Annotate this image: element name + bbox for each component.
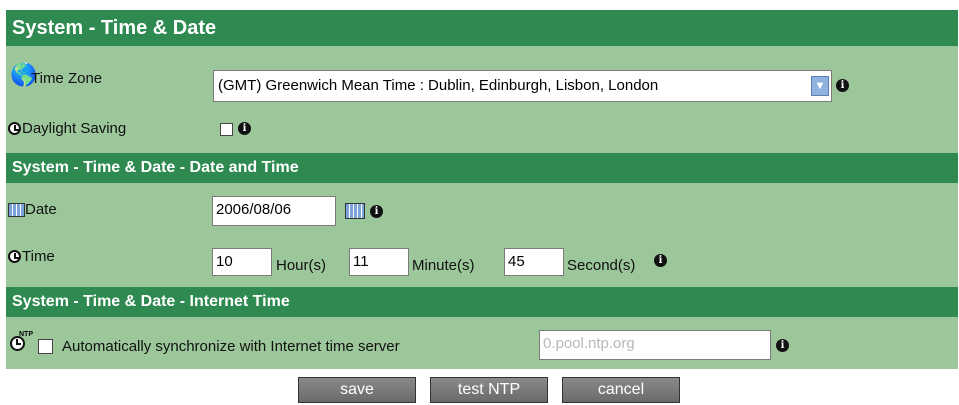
daylight-row: Daylight Saving i <box>6 117 958 153</box>
section-date-time-title: System - Time & Date - Date and Time <box>6 153 958 183</box>
date-row: Date 2006/08/06 i <box>6 183 958 236</box>
clock-icon <box>8 250 21 263</box>
ntp-server-input[interactable]: 0.pool.ntp.org <box>539 330 771 360</box>
cancel-button[interactable]: cancel <box>562 377 680 403</box>
second-label: Second(s) <box>567 257 636 274</box>
chevron-down-icon[interactable]: ▼ <box>811 76 829 96</box>
second-input[interactable]: 45 <box>504 248 564 276</box>
time-label: Time <box>22 248 55 265</box>
info-icon[interactable]: i <box>370 205 383 218</box>
calendar-picker-icon[interactable] <box>345 203 365 219</box>
date-input[interactable]: 2006/08/06 <box>212 196 336 226</box>
section-internet-title: System - Time & Date - Internet Time <box>6 287 958 317</box>
ntp-icon-text: NTP <box>19 331 33 338</box>
ntp-row: NTP Automatically synchronize with Inter… <box>6 317 958 369</box>
ntp-sync-label: Automatically synchronize with Internet … <box>62 338 400 355</box>
timezone-selected-value: (GMT) Greenwich Mean Time : Dublin, Edin… <box>218 77 659 94</box>
page-title: System - Time & Date <box>6 10 958 46</box>
minute-label: Minute(s) <box>412 257 475 274</box>
test-ntp-button[interactable]: test NTP <box>430 377 548 403</box>
timezone-select[interactable]: (GMT) Greenwich Mean Time : Dublin, Edin… <box>213 70 832 102</box>
info-icon[interactable]: i <box>654 254 667 267</box>
info-icon[interactable]: i <box>238 122 251 135</box>
save-button[interactable]: save <box>298 377 416 403</box>
hour-label: Hour(s) <box>276 257 327 274</box>
daylight-checkbox[interactable] <box>220 123 233 136</box>
date-label: Date <box>25 201 57 218</box>
ntp-clock-icon <box>10 336 25 351</box>
time-row: Time 10 Hour(s) 11 Minute(s) 45 Second(s… <box>6 236 958 287</box>
ntp-sync-checkbox[interactable] <box>38 339 53 354</box>
hour-input[interactable]: 10 <box>212 248 272 276</box>
info-icon[interactable]: i <box>776 339 789 352</box>
minute-input[interactable]: 11 <box>349 248 409 276</box>
info-icon[interactable]: i <box>836 79 849 92</box>
timezone-label: Time Zone <box>31 70 103 87</box>
calendar-icon <box>8 203 25 217</box>
daylight-label: Daylight Saving <box>22 120 127 137</box>
clock-icon <box>8 122 21 135</box>
timezone-row: 🌎 Time Zone (GMT) Greenwich Mean Time : … <box>6 46 958 117</box>
